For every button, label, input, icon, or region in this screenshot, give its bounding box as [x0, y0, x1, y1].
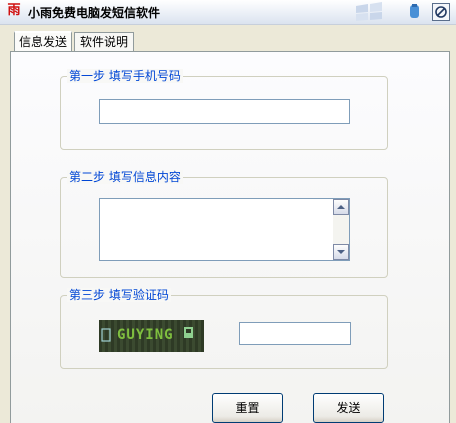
step2-legend: 第二步 填写信息内容 — [67, 170, 183, 184]
phone-number-input[interactable] — [99, 99, 350, 124]
scroll-up-button[interactable] — [333, 199, 349, 215]
tab-software-info[interactable]: 软件说明 — [74, 32, 134, 52]
send-button[interactable]: 发送 — [313, 393, 384, 423]
arrow-down-icon — [337, 250, 345, 254]
title-bar[interactable]: 雨 小雨免费电脑发短信软件 — [0, 0, 456, 25]
window-title: 小雨免费电脑发短信软件 — [28, 6, 161, 20]
windows-logo-decoration-icon — [356, 2, 382, 21]
close-button[interactable] — [432, 3, 450, 21]
app-logo-icon: 雨 — [7, 3, 21, 18]
step3-legend: 第三步 填写验证码 — [67, 288, 171, 302]
minimize-button[interactable] — [406, 3, 423, 20]
step1-legend: 第一步 填写手机号码 — [67, 69, 183, 83]
scroll-down-button[interactable] — [333, 244, 349, 260]
captcha-code-input[interactable] — [239, 322, 351, 345]
captcha-glyph-icon — [184, 327, 193, 338]
captcha-image[interactable]: GUYING — [99, 320, 204, 352]
captcha-noise-icon — [101, 328, 111, 342]
message-textarea[interactable] — [99, 198, 350, 261]
reset-button[interactable]: 重置 — [212, 393, 283, 423]
captcha-text: GUYING — [117, 327, 174, 343]
message-scrollbar[interactable] — [333, 199, 349, 260]
close-icon — [435, 6, 447, 18]
arrow-up-icon — [337, 205, 345, 209]
tab-send-message[interactable]: 信息发送 — [14, 31, 72, 53]
